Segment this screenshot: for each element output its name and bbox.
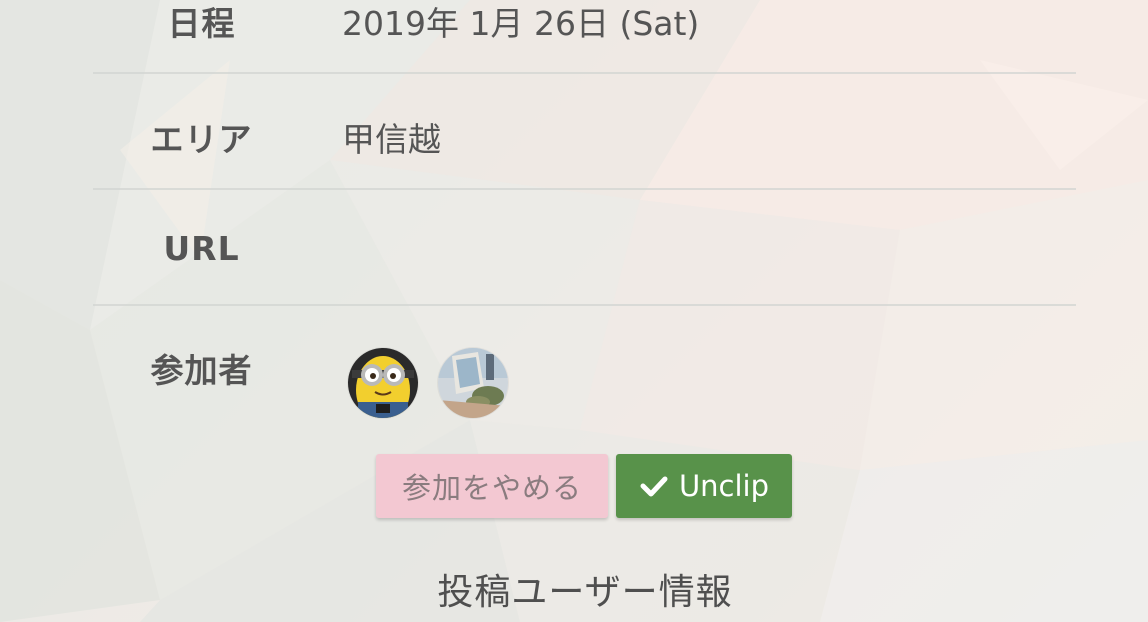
event-info-table: 日程 2019年 1月 26日 (Sat) エリア 甲信越 URL 参加者 — [93, 0, 1076, 436]
photo-avatar-icon[interactable] — [438, 348, 508, 418]
unclip-button[interactable]: Unclip — [616, 454, 792, 518]
schedule-row: 日程 2019年 1月 26日 (Sat) — [93, 0, 1076, 74]
participant-avatars — [310, 306, 508, 436]
event-detail-panel: 日程 2019年 1月 26日 (Sat) エリア 甲信越 URL 参加者 参加… — [0, 0, 1148, 622]
minion-avatar-icon[interactable] — [348, 348, 418, 418]
url-label: URL — [163, 229, 240, 268]
checkmark-icon — [639, 471, 669, 501]
url-value[interactable] — [310, 190, 1076, 304]
url-row: URL — [93, 190, 1076, 306]
area-value: 甲信越 — [342, 120, 441, 159]
participants-row: 参加者 — [93, 306, 1076, 436]
cancel-participation-label: 参加をやめる — [401, 471, 582, 505]
schedule-label: 日程 — [167, 4, 236, 43]
area-label: エリア — [150, 120, 253, 159]
action-buttons: 参加をやめる Unclip — [376, 454, 792, 518]
cancel-participation-button[interactable]: 参加をやめる — [376, 454, 608, 518]
poster-info-heading: 投稿ユーザー情報 — [437, 572, 733, 613]
schedule-value: 2019年 1月 26日 (Sat) — [342, 4, 700, 43]
unclip-label: Unclip — [678, 469, 770, 503]
area-row: エリア 甲信越 — [93, 74, 1076, 190]
participants-label: 参加者 — [150, 351, 253, 390]
